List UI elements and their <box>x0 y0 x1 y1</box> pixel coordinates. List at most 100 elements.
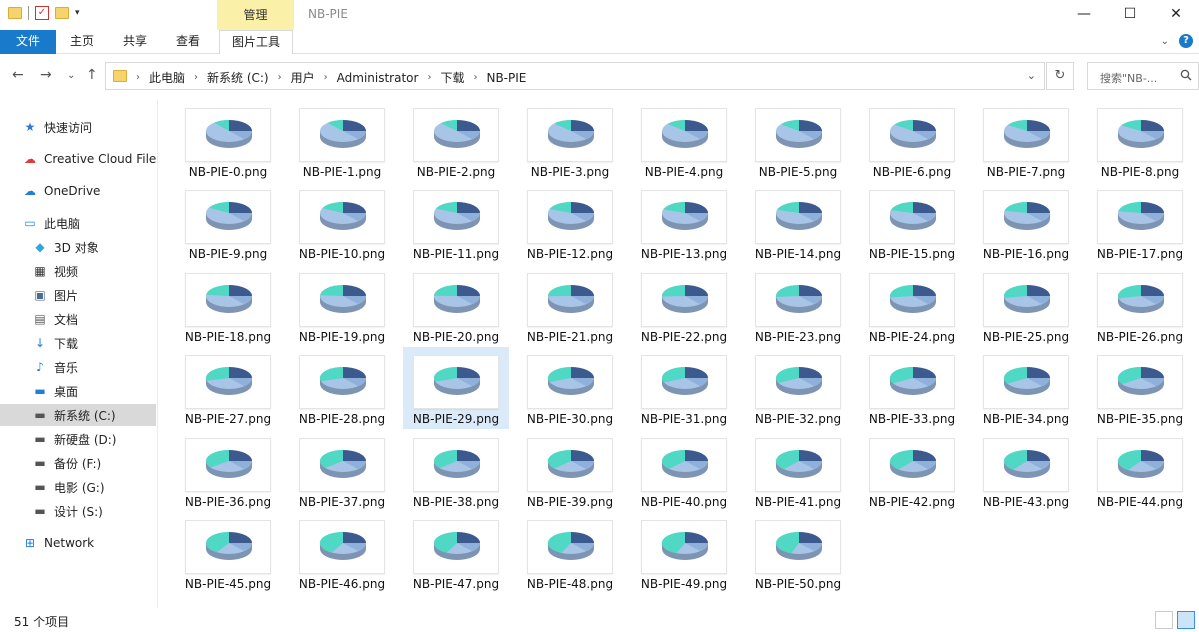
file-item[interactable]: NB-PIE-50.png <box>745 512 851 594</box>
sidebar-item[interactable]: ▬ 桌面 <box>0 380 156 402</box>
sidebar-item[interactable]: ▬ 电影 (G:) <box>0 476 156 498</box>
file-item[interactable]: NB-PIE-41.png <box>745 430 851 512</box>
file-item[interactable]: NB-PIE-18.png <box>175 265 281 347</box>
file-item[interactable]: NB-PIE-25.png <box>973 265 1079 347</box>
file-item[interactable]: NB-PIE-34.png <box>973 347 1079 429</box>
file-item[interactable]: NB-PIE-27.png <box>175 347 281 429</box>
search-input[interactable]: 搜索"NB-... <box>1087 62 1199 90</box>
help-icon[interactable]: ? <box>1179 34 1193 48</box>
tab-home[interactable]: 主页 <box>60 30 104 54</box>
file-item[interactable]: NB-PIE-6.png <box>859 100 965 182</box>
file-item[interactable]: NB-PIE-0.png <box>175 100 281 182</box>
file-item[interactable]: NB-PIE-38.png <box>403 430 509 512</box>
chevron-down-icon[interactable]: ▾ <box>75 8 80 18</box>
file-item[interactable]: NB-PIE-14.png <box>745 182 851 264</box>
file-item[interactable]: NB-PIE-19.png <box>289 265 395 347</box>
sidebar-item[interactable]: ♪ 音乐 <box>0 356 156 378</box>
file-item[interactable]: NB-PIE-22.png <box>631 265 737 347</box>
file-item[interactable]: NB-PIE-28.png <box>289 347 395 429</box>
breadcrumb-item[interactable]: 新系统 (C:) <box>207 69 269 86</box>
file-item[interactable]: NB-PIE-47.png <box>403 512 509 594</box>
forward-arrow-icon[interactable]: → <box>40 67 52 83</box>
file-item[interactable]: NB-PIE-20.png <box>403 265 509 347</box>
properties-icon[interactable]: ✓ <box>35 6 49 20</box>
file-item[interactable]: NB-PIE-1.png <box>289 100 395 182</box>
address-bar[interactable]: › 此电脑 › 新系统 (C:) › 用户 › Administrator › … <box>105 62 1045 90</box>
tab-view[interactable]: 查看 <box>166 30 210 54</box>
breadcrumb-item[interactable]: 用户 <box>291 69 315 86</box>
recent-locations-icon[interactable]: ⌄ <box>67 70 75 81</box>
refresh-button[interactable]: ↻ <box>1046 62 1074 90</box>
file-item[interactable]: NB-PIE-42.png <box>859 430 965 512</box>
file-item[interactable]: NB-PIE-49.png <box>631 512 737 594</box>
file-item[interactable]: NB-PIE-10.png <box>289 182 395 264</box>
file-item[interactable]: NB-PIE-13.png <box>631 182 737 264</box>
file-item[interactable]: NB-PIE-33.png <box>859 347 965 429</box>
sidebar-item[interactable]: ▦ 视频 <box>0 260 156 282</box>
details-view-icon[interactable] <box>1155 611 1173 629</box>
file-item[interactable]: NB-PIE-43.png <box>973 430 1079 512</box>
sidebar-item[interactable]: ⊞ Network <box>0 532 156 554</box>
breadcrumb-item[interactable]: NB-PIE <box>486 71 526 85</box>
file-item[interactable]: NB-PIE-32.png <box>745 347 851 429</box>
sidebar-item[interactable]: ▤ 文档 <box>0 308 156 330</box>
close-button[interactable]: ✕ <box>1153 0 1199 30</box>
file-item[interactable]: NB-PIE-12.png <box>517 182 623 264</box>
new-folder-icon[interactable] <box>55 7 69 19</box>
sidebar-item[interactable]: ▬ 新系统 (C:) <box>0 404 156 426</box>
sidebar-item[interactable]: ▬ 设计 (S:) <box>0 500 156 522</box>
tab-share[interactable]: 共享 <box>113 30 157 54</box>
sidebar-item[interactable]: ★ 快速访问 <box>0 116 156 138</box>
address-dropdown-icon[interactable]: ⌄ <box>1027 69 1036 82</box>
expand-ribbon-icon[interactable]: ⌄ <box>1161 36 1169 47</box>
sidebar-item[interactable]: ▬ 新硬盘 (D:) <box>0 428 156 450</box>
file-item[interactable]: NB-PIE-21.png <box>517 265 623 347</box>
pie-thumbnail-icon <box>890 202 936 231</box>
file-item[interactable]: NB-PIE-36.png <box>175 430 281 512</box>
file-item[interactable]: NB-PIE-44.png <box>1087 430 1193 512</box>
file-item[interactable]: NB-PIE-11.png <box>403 182 509 264</box>
maximize-button[interactable]: ☐ <box>1107 0 1153 30</box>
file-item[interactable]: NB-PIE-24.png <box>859 265 965 347</box>
file-item[interactable]: NB-PIE-2.png <box>403 100 509 182</box>
breadcrumb-item[interactable]: 下载 <box>440 69 464 86</box>
sidebar-item[interactable]: ▬ 备份 (F:) <box>0 452 156 474</box>
sidebar-item[interactable]: ▭ 此电脑 <box>0 212 156 234</box>
file-item[interactable]: NB-PIE-9.png <box>175 182 281 264</box>
file-item[interactable]: NB-PIE-5.png <box>745 100 851 182</box>
file-item[interactable]: NB-PIE-48.png <box>517 512 623 594</box>
file-item[interactable]: NB-PIE-26.png <box>1087 265 1193 347</box>
file-item[interactable]: NB-PIE-8.png <box>1087 100 1193 182</box>
file-item[interactable]: NB-PIE-29.png <box>403 347 509 430</box>
file-item[interactable]: NB-PIE-3.png <box>517 100 623 182</box>
folder-icon[interactable] <box>8 7 22 19</box>
file-item[interactable]: NB-PIE-31.png <box>631 347 737 429</box>
tab-file[interactable]: 文件 <box>0 30 56 54</box>
file-item[interactable]: NB-PIE-15.png <box>859 182 965 264</box>
file-item[interactable]: NB-PIE-39.png <box>517 430 623 512</box>
breadcrumb-item[interactable]: 此电脑 <box>149 69 185 86</box>
file-item[interactable]: NB-PIE-17.png <box>1087 182 1193 264</box>
sidebar-item[interactable]: ◆ 3D 对象 <box>0 236 156 258</box>
minimize-button[interactable]: — <box>1061 0 1107 30</box>
breadcrumb-item[interactable]: Administrator <box>337 71 419 85</box>
file-item[interactable]: NB-PIE-37.png <box>289 430 395 512</box>
file-item[interactable]: NB-PIE-23.png <box>745 265 851 347</box>
file-item[interactable]: NB-PIE-7.png <box>973 100 1079 182</box>
up-arrow-icon[interactable]: ↑ <box>86 67 98 83</box>
file-item[interactable]: NB-PIE-30.png <box>517 347 623 429</box>
file-item[interactable]: NB-PIE-16.png <box>973 182 1079 264</box>
sidebar-item[interactable]: ↓ 下载 <box>0 332 156 354</box>
tab-picture-tools[interactable]: 图片工具 <box>219 30 293 54</box>
file-item[interactable]: NB-PIE-35.png <box>1087 347 1193 429</box>
file-item[interactable]: NB-PIE-4.png <box>631 100 737 182</box>
sidebar-item[interactable]: ☁ Creative Cloud Files <box>0 148 156 170</box>
back-arrow-icon[interactable]: ← <box>12 67 24 83</box>
file-item[interactable]: NB-PIE-45.png <box>175 512 281 594</box>
large-icons-view-icon[interactable] <box>1177 611 1195 629</box>
file-item[interactable]: NB-PIE-40.png <box>631 430 737 512</box>
sidebar-item[interactable]: ☁ OneDrive <box>0 180 156 202</box>
file-item[interactable]: NB-PIE-46.png <box>289 512 395 594</box>
tab-manage[interactable]: 管理 <box>217 0 294 30</box>
sidebar-item[interactable]: ▣ 图片 <box>0 284 156 306</box>
